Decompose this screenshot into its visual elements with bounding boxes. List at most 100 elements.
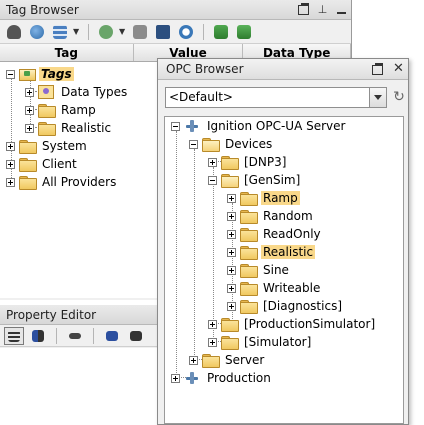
opc-item-production[interactable]: Production	[171, 369, 273, 387]
import-button[interactable]	[211, 23, 231, 41]
tree-item-realistic[interactable]: Realistic	[25, 119, 113, 137]
tree-item-ramp[interactable]: Ramp	[25, 101, 98, 119]
binoculars-button[interactable]	[4, 23, 24, 41]
expert-button[interactable]	[65, 327, 85, 345]
opc-item-production-simulator[interactable]: [ProductionSimulator]	[208, 315, 377, 333]
opc-item-readonly[interactable]: ReadOnly	[227, 225, 323, 243]
globe-icon	[30, 24, 44, 39]
collapse-icon[interactable]	[171, 121, 180, 131]
tree-item-system[interactable]: System	[6, 137, 89, 155]
folder-icon	[240, 264, 258, 278]
minimize-icon[interactable]	[336, 3, 347, 16]
expand-icon[interactable]	[6, 141, 15, 151]
restore-window-icon[interactable]	[372, 63, 383, 76]
binding-button[interactable]	[102, 327, 122, 345]
opc-item-server[interactable]: Server	[189, 351, 266, 369]
folder-icon	[221, 318, 239, 332]
opc-item-simulator[interactable]: [Simulator]	[208, 333, 313, 351]
expand-icon[interactable]	[6, 159, 15, 169]
sort-az-icon	[32, 329, 44, 342]
expand-icon[interactable]	[227, 265, 236, 275]
tree-item-label: [DNP3]	[244, 155, 287, 169]
expand-icon[interactable]	[227, 283, 236, 293]
tree-item-label: Ramp	[261, 191, 300, 205]
sort-alpha-button[interactable]	[28, 327, 48, 345]
tree-item-label: System	[42, 139, 87, 153]
pin-icon[interactable]: ⊥	[317, 3, 328, 16]
folder-icon	[240, 300, 258, 314]
opc-item-ramp[interactable]: Ramp	[227, 189, 300, 207]
chevron-down-icon[interactable]: ▼	[73, 27, 81, 36]
tree-item-label: [Diagnostics]	[263, 299, 342, 313]
expand-icon[interactable]	[227, 193, 236, 203]
property-editor-panel: Property Editor	[0, 305, 160, 425]
tree-item-label: Realistic	[261, 245, 316, 259]
tag-grid-button[interactable]	[50, 23, 70, 41]
opc-item-gensim[interactable]: [GenSim]	[208, 171, 302, 189]
tree-item-label: Devices	[225, 137, 273, 151]
refresh-icon[interactable]: ↻	[391, 89, 407, 105]
expand-icon[interactable]	[227, 211, 236, 221]
expand-icon[interactable]	[208, 319, 217, 329]
folder-icon	[38, 122, 56, 136]
collapse-icon[interactable]	[208, 175, 217, 185]
chevron-down-icon[interactable]	[369, 88, 386, 107]
tag-icon	[133, 24, 147, 39]
export-button[interactable]	[234, 23, 254, 41]
binding-icon	[106, 330, 118, 341]
opc-item-dnp3[interactable]: [DNP3]	[208, 153, 288, 171]
opc-server-icon	[184, 118, 200, 134]
opc-item-writeable[interactable]: Writeable	[227, 279, 322, 297]
categorized-view-button[interactable]	[4, 326, 24, 345]
provider-selected-value: <Default>	[169, 90, 233, 104]
expand-icon[interactable]	[208, 157, 217, 167]
global-refresh-button[interactable]	[27, 23, 47, 41]
opc-item-random[interactable]: Random	[227, 207, 315, 225]
folder-icon	[221, 156, 239, 170]
scan-class-button[interactable]	[176, 23, 196, 41]
expand-icon[interactable]	[189, 355, 198, 365]
expand-icon[interactable]	[208, 337, 217, 347]
expand-icon[interactable]	[6, 177, 15, 187]
event-button[interactable]	[126, 327, 146, 345]
opc-item-sine[interactable]: Sine	[227, 261, 291, 279]
toolbar-separator	[203, 23, 204, 40]
import-icon	[214, 24, 228, 39]
expand-icon[interactable]	[25, 105, 34, 115]
property-editor-body	[0, 348, 160, 425]
close-icon[interactable]: ✕	[393, 62, 404, 76]
collapse-icon[interactable]	[6, 69, 15, 79]
tree-item-label: [GenSim]	[244, 173, 301, 187]
provider-dropdown[interactable]: <Default>	[165, 87, 387, 108]
tree-item-tags[interactable]: Tags	[6, 65, 74, 83]
add-tag-button[interactable]	[96, 23, 116, 41]
expand-icon[interactable]	[25, 123, 34, 133]
folder-icon	[38, 104, 56, 118]
tree-item-label: Ignition OPC-UA Server	[207, 119, 346, 133]
tree-item-data-types[interactable]: Data Types	[25, 83, 129, 101]
tree-item-all-providers[interactable]: All Providers	[6, 173, 118, 191]
opc-item-diagnostics[interactable]: [Diagnostics]	[227, 297, 344, 315]
tree-item-client[interactable]: Client	[6, 155, 79, 173]
collapse-icon[interactable]	[189, 139, 198, 149]
expand-icon[interactable]	[171, 373, 180, 383]
opc-item-devices[interactable]: Devices	[189, 135, 274, 153]
grid-icon	[53, 24, 67, 39]
opc-item-realistic[interactable]: Realistic	[227, 243, 316, 261]
folder-icon	[240, 210, 258, 224]
expand-icon[interactable]	[227, 229, 236, 239]
opc-item-ignition-server[interactable]: Ignition OPC-UA Server	[171, 117, 347, 135]
expand-icon[interactable]	[227, 247, 236, 257]
opc-browser-titlebar[interactable]: OPC Browser ✕	[158, 59, 408, 80]
tree-item-label: All Providers	[42, 175, 117, 189]
chevron-down-icon[interactable]: ▼	[119, 27, 127, 36]
opc-server-icon	[184, 370, 200, 386]
expand-icon[interactable]	[227, 301, 236, 311]
data-types-icon	[38, 85, 54, 99]
expand-icon[interactable]	[25, 87, 34, 97]
column-header-tag[interactable]: Tag	[0, 44, 134, 61]
float-window-icon[interactable]	[298, 3, 309, 16]
tag-edit-button[interactable]	[130, 23, 150, 41]
opc-button[interactable]	[153, 23, 173, 41]
folder-open-icon	[221, 174, 239, 188]
